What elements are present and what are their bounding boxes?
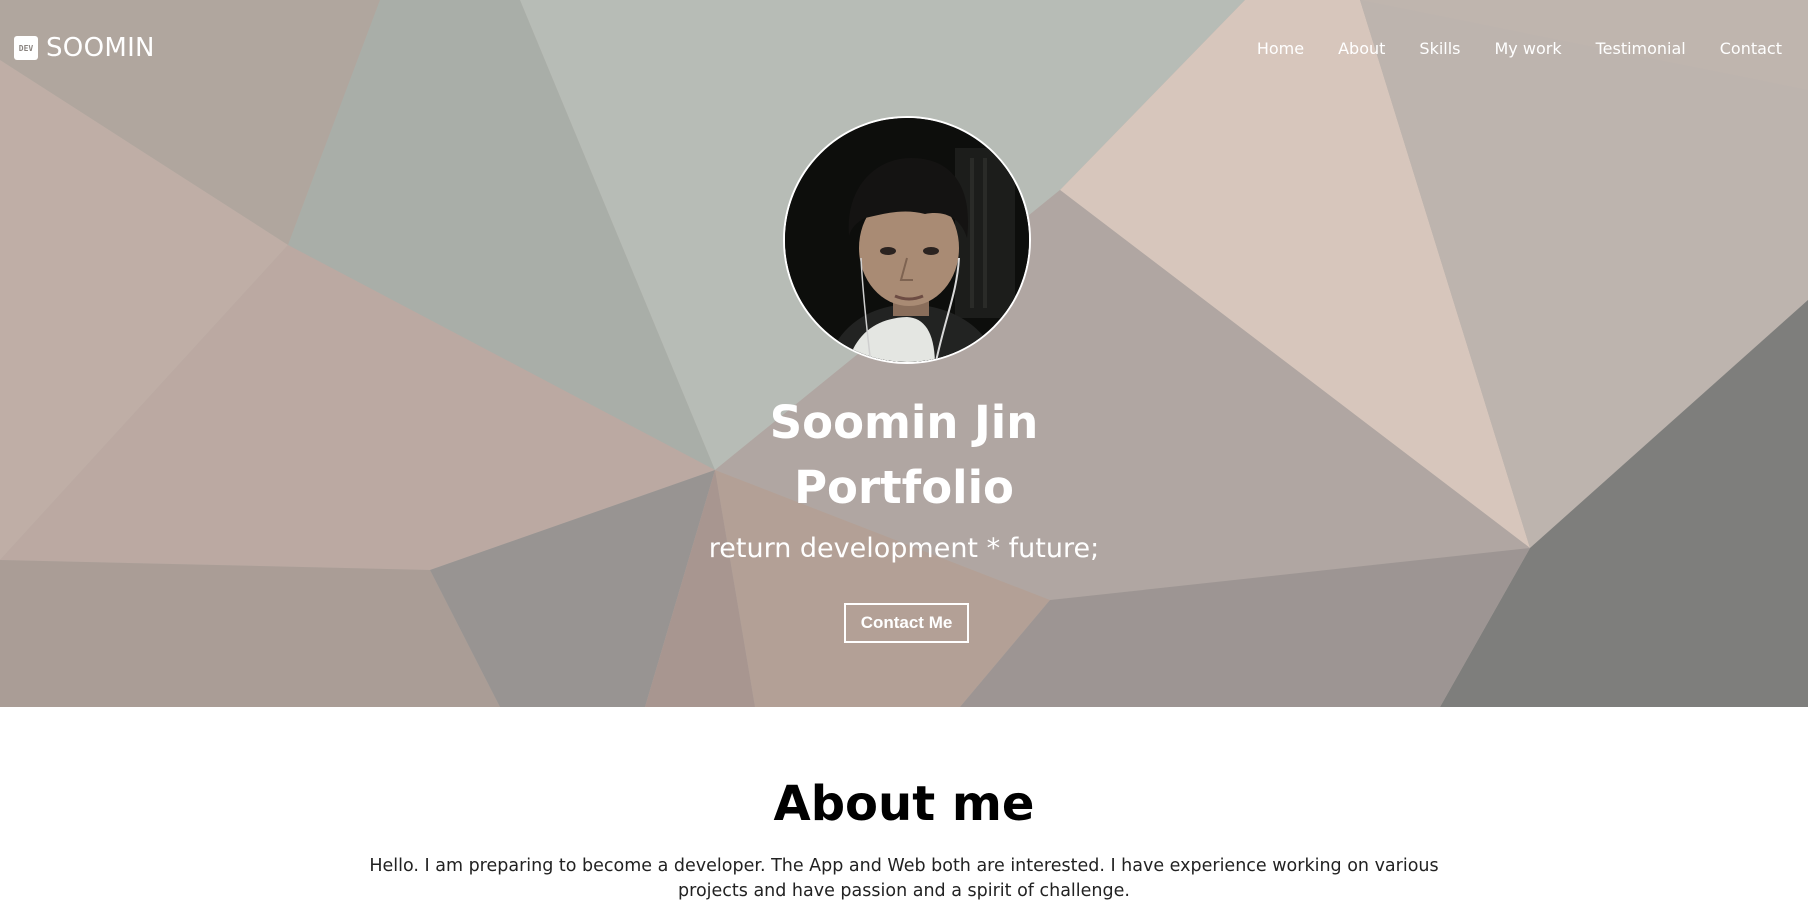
logo-icon-text: DEV (18, 43, 34, 53)
nav-item-contact[interactable]: Contact (1720, 39, 1782, 58)
nav-item-skills[interactable]: Skills (1419, 39, 1460, 58)
nav-item-my-work[interactable]: My work (1495, 39, 1562, 58)
nav-menu: Home About Skills My work Testimonial Co… (1257, 39, 1782, 58)
hero-title: Soomin Jin Portfolio (0, 390, 1808, 520)
about-title: About me (773, 776, 1035, 832)
hero-section: DEV SOOMIN Home About Skills My work Tes… (0, 0, 1808, 707)
hero-subtitle: return development * future; (708, 533, 1100, 564)
top-navbar: DEV SOOMIN Home About Skills My work Tes… (0, 0, 1808, 96)
brand-name: SOOMIN (46, 33, 155, 63)
nav-item-about[interactable]: About (1338, 39, 1385, 58)
hero-title-name: Soomin Jin (769, 396, 1039, 449)
profile-photo (785, 118, 1029, 362)
contact-me-button[interactable]: Contact Me (844, 603, 969, 643)
hero-title-portfolio: Portfolio (794, 461, 1014, 514)
nav-item-testimonial[interactable]: Testimonial (1596, 39, 1686, 58)
about-text: Hello. I am preparing to become a develo… (369, 856, 1439, 901)
dev-logo-icon: DEV (14, 36, 38, 60)
profile-avatar (783, 116, 1031, 364)
brand-logo[interactable]: DEV SOOMIN (14, 33, 155, 63)
nav-item-home[interactable]: Home (1257, 39, 1304, 58)
